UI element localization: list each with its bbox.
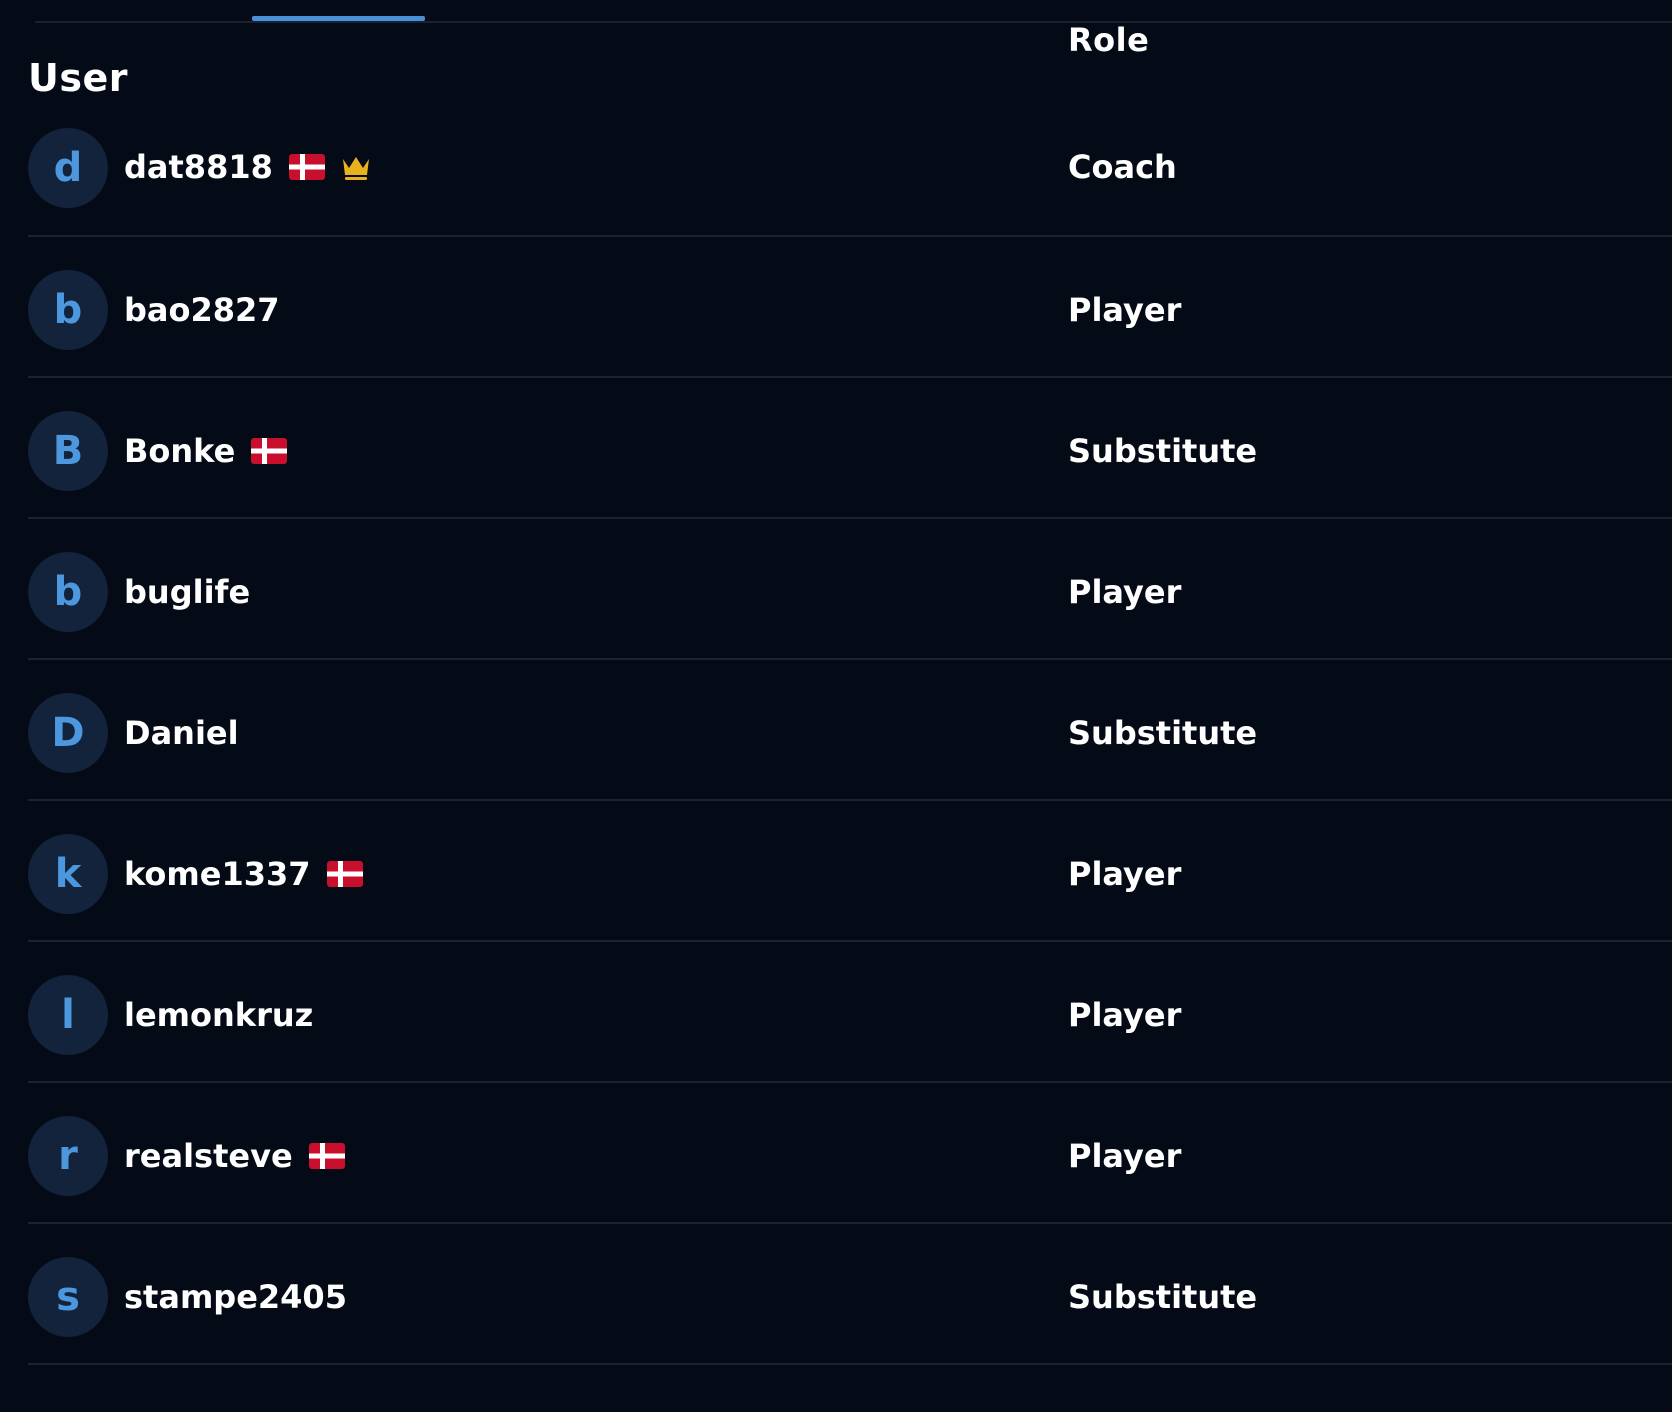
user-cell: Daniel [124,693,239,773]
avatar[interactable]: k [28,834,108,914]
username-link[interactable]: stampe2405 [124,1278,347,1316]
table-row[interactable]: D Daniel Substitute [28,660,1672,801]
avatar[interactable]: s [28,1257,108,1337]
username-link[interactable]: realsteve [124,1137,293,1175]
table-row[interactable]: l lemonkruz Player [28,942,1672,1083]
role-cell: Player [1068,996,1182,1034]
username-link[interactable]: Bonke [124,432,235,470]
tab-bar-divider [35,21,1672,23]
role-cell: Player [1068,291,1182,329]
column-header-user: User [28,56,128,100]
role-cell: Substitute [1068,432,1258,470]
avatar[interactable]: r [28,1116,108,1196]
role-cell: Substitute [1068,714,1258,752]
role-cell: Coach [1068,148,1177,186]
team-members-page: User Role d dat8818 Coach b bao2827 Player B Bo… [0,0,1672,1412]
crown-icon [341,153,371,181]
table-row[interactable]: k kome1337 Player [28,801,1672,942]
user-cell: bao2827 [124,270,280,350]
members-table: d dat8818 Coach b bao2827 Player B Bonke Substit… [28,127,1672,1365]
avatar[interactable]: d [28,128,108,208]
username-link[interactable]: bao2827 [124,291,280,329]
avatar[interactable]: B [28,411,108,491]
username-link[interactable]: kome1337 [124,855,311,893]
username-link[interactable]: Daniel [124,714,239,752]
table-row[interactable]: b bao2827 Player [28,237,1672,378]
denmark-flag-icon [326,861,363,887]
denmark-flag-icon [288,154,325,180]
table-row[interactable]: b buglife Player [28,519,1672,660]
role-cell: Player [1068,855,1182,893]
avatar[interactable]: b [28,270,108,350]
table-row[interactable]: s stampe2405 Substitute [28,1224,1672,1365]
user-cell: lemonkruz [124,975,313,1055]
username-link[interactable]: buglife [124,573,250,611]
user-cell: realsteve [124,1116,345,1196]
denmark-flag-icon [251,438,288,464]
username-link[interactable]: dat8818 [124,148,273,186]
username-link[interactable]: lemonkruz [124,996,313,1034]
denmark-flag-icon [308,1143,345,1169]
role-cell: Substitute [1068,1278,1258,1316]
user-cell: dat8818 [124,127,371,207]
user-cell: Bonke [124,411,288,491]
table-row[interactable]: r realsteve Player [28,1083,1672,1224]
table-row[interactable]: d dat8818 Coach [28,127,1672,237]
active-tab-indicator[interactable] [252,16,425,21]
avatar[interactable]: b [28,552,108,632]
table-row[interactable]: B Bonke Substitute [28,378,1672,519]
role-cell: Player [1068,1137,1182,1175]
user-cell: buglife [124,552,250,632]
role-cell: Player [1068,573,1182,611]
avatar[interactable]: D [28,693,108,773]
user-cell: stampe2405 [124,1257,347,1337]
column-header-role: Role [1068,21,1150,59]
user-cell: kome1337 [124,834,363,914]
avatar[interactable]: l [28,975,108,1055]
